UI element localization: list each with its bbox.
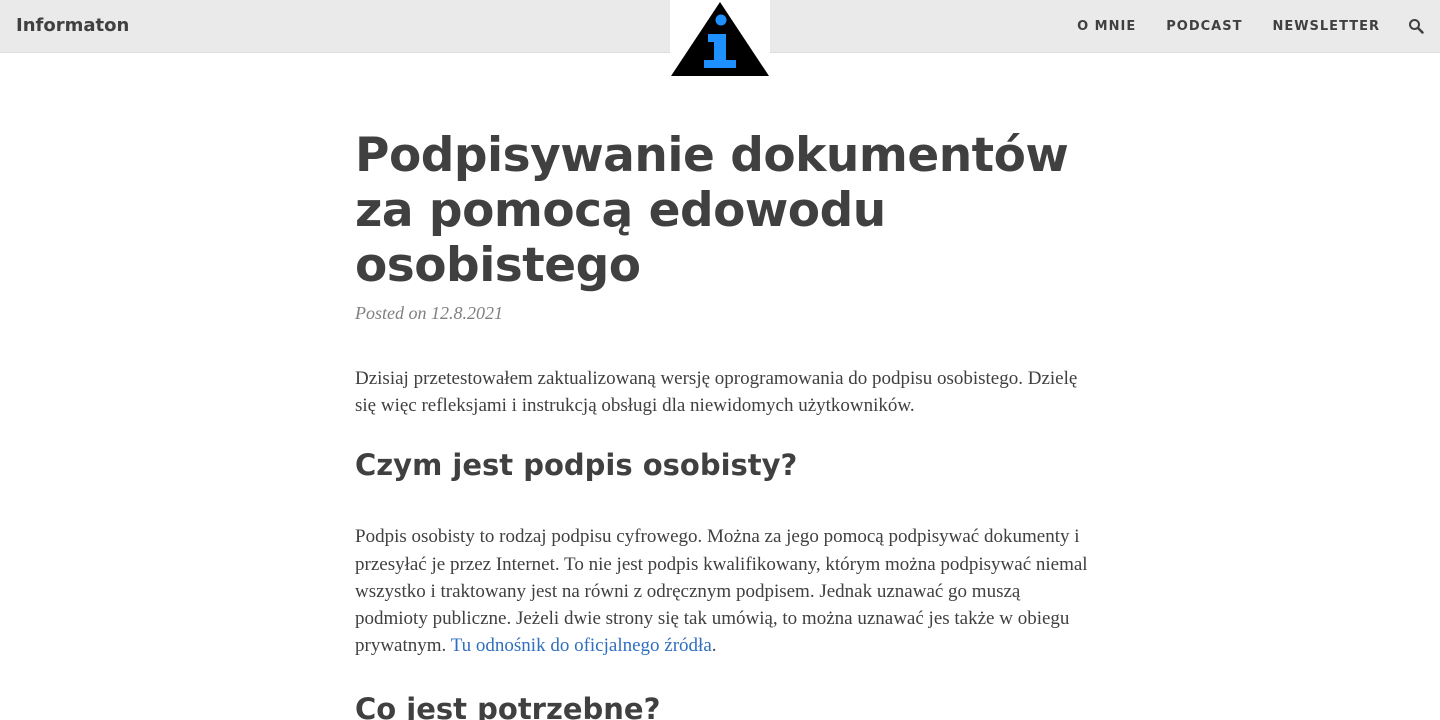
section-heading-potrzebne: Co jest potrzebne?: [355, 692, 661, 720]
post-article: Podpisywanie dokumentów za pomocą edowod…: [355, 128, 1095, 720]
site-logo[interactable]: [670, 0, 770, 78]
post-date: Posted on 12.8.2021: [355, 303, 503, 323]
section-heading-podpis: Czym jest podpis osobisty?: [355, 448, 798, 483]
nav-link-podcast[interactable]: PODCAST: [1166, 19, 1242, 34]
brand-link[interactable]: Informaton: [16, 14, 129, 38]
nav-links: O MNIE PODCAST NEWSLETTER: [1047, 0, 1380, 53]
intro-paragraph: Dzisiaj przetestowałem zaktualizowaną we…: [355, 368, 1078, 417]
top-navbar: Informaton O MNIE PODCAST NEWSLETTER: [0, 0, 1440, 78]
post-title: Podpisywanie dokumentów za pomocą edowod…: [355, 128, 1069, 293]
nav-link-o-mnie[interactable]: O MNIE: [1077, 19, 1136, 34]
section-paragraph-podpis: Podpis osobisty to rodzaj podpisu cyfrow…: [355, 523, 1095, 659]
nav-link-newsletter[interactable]: NEWSLETTER: [1272, 19, 1380, 34]
official-source-link[interactable]: Tu odnośnik do oficjalnego źródła: [451, 635, 712, 656]
paragraph-period: .: [711, 635, 717, 657]
info-triangle-icon: [671, 2, 769, 76]
search-button[interactable]: [1408, 18, 1424, 34]
search-icon: [1409, 19, 1424, 34]
